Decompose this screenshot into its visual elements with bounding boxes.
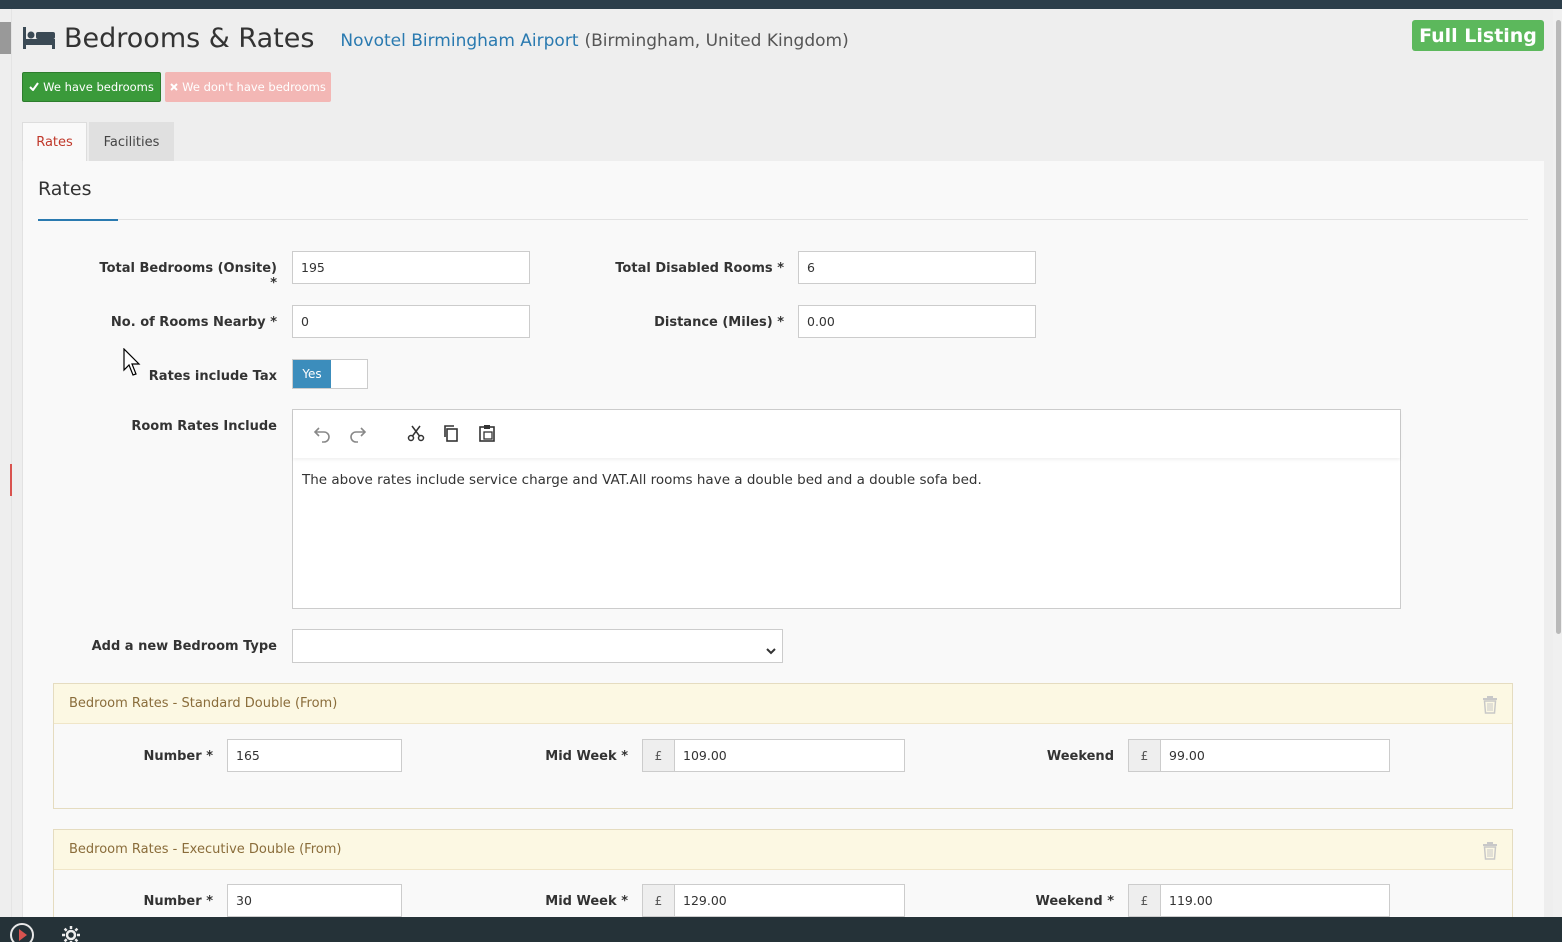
total-bedrooms-input[interactable]: 195 — [292, 251, 530, 284]
bottom-toolbar — [0, 917, 1562, 942]
undo-icon[interactable] — [311, 422, 333, 444]
card2-weekend-currency: £ — [1128, 884, 1161, 917]
card1-number-input[interactable]: 165 — [227, 739, 402, 772]
hotel-name-link[interactable]: Novotel Birmingham Airport — [340, 31, 578, 51]
bedroom-rate-card-header: Bedroom Rates - Standard Double (From) — [54, 684, 1512, 724]
we-have-bedrooms-button[interactable]: We have bedrooms — [22, 72, 161, 102]
add-bedroom-type-select[interactable] — [292, 629, 783, 663]
rates-include-tax-toggle[interactable]: Yes — [292, 359, 368, 389]
we-dont-have-bedrooms-label: We don't have bedrooms — [182, 80, 326, 94]
total-disabled-rooms-input[interactable]: 6 — [798, 251, 1036, 284]
add-bedroom-type-label: Add a new Bedroom Type — [91, 639, 277, 654]
card2-weekend-input[interactable]: 119.00 — [1160, 884, 1390, 917]
card1-weekend-currency: £ — [1128, 739, 1161, 772]
check-icon — [29, 80, 39, 94]
card1-midweek-input[interactable]: 109.00 — [674, 739, 905, 772]
section-divider — [38, 219, 1528, 220]
card1-midweek-label: Mid Week * — [545, 749, 628, 764]
editor-toolbar — [293, 410, 1400, 458]
card2-midweek-input[interactable]: 129.00 — [674, 884, 905, 917]
left-red-marker — [10, 464, 12, 496]
left-marker — [0, 22, 11, 54]
page-header: Bedrooms & Rates Novotel Birmingham Airp… — [22, 18, 849, 58]
card1-weekend-label: Weekend — [1046, 749, 1114, 764]
we-dont-have-bedrooms-button[interactable]: We don't have bedrooms — [165, 72, 331, 102]
card2-number-input[interactable]: 30 — [227, 884, 402, 917]
bedroom-rate-card-header: Bedroom Rates - Executive Double (From) — [54, 830, 1512, 870]
rooms-nearby-label: No. of Rooms Nearby * — [110, 315, 277, 330]
scrollbar-thumb[interactable] — [1556, 20, 1561, 634]
room-rates-include-label: Room Rates Include — [131, 419, 277, 434]
page-title: Bedrooms & Rates — [64, 22, 315, 54]
toggle-yes: Yes — [293, 360, 331, 388]
card2-weekend-label: Weekend * — [1035, 894, 1114, 909]
gear-icon[interactable] — [61, 925, 81, 942]
bedroom-rate-card-title: Bedroom Rates - Executive Double (From) — [69, 842, 342, 857]
play-icon[interactable] — [9, 922, 35, 942]
card2-midweek-currency: £ — [642, 884, 675, 917]
full-listing-button[interactable]: Full Listing — [1412, 20, 1544, 51]
distance-miles-label: Distance (Miles) * — [654, 315, 784, 330]
cursor-icon — [122, 347, 144, 378]
trash-icon[interactable] — [1482, 842, 1498, 860]
tab-facilities[interactable]: Facilities — [89, 122, 174, 162]
card2-midweek-label: Mid Week * — [545, 894, 628, 909]
paste-icon[interactable] — [476, 422, 498, 444]
total-bedrooms-label: Total Bedrooms (Onsite) * — [99, 261, 277, 291]
card1-midweek-currency: £ — [642, 739, 675, 772]
trash-icon[interactable] — [1482, 696, 1498, 714]
card2-number-label: Number * — [143, 894, 213, 909]
total-disabled-rooms-label: Total Disabled Rooms * — [615, 261, 784, 276]
redo-icon[interactable] — [347, 422, 369, 444]
card1-weekend-input[interactable]: 99.00 — [1160, 739, 1390, 772]
rooms-nearby-input[interactable]: 0 — [292, 305, 530, 338]
section-divider-accent — [38, 219, 118, 221]
left-rail — [11, 9, 12, 917]
room-rates-include-editor[interactable]: The above rates include service charge a… — [292, 409, 1401, 609]
bed-icon — [22, 25, 56, 51]
editor-content[interactable]: The above rates include service charge a… — [302, 472, 982, 488]
times-icon — [170, 80, 178, 94]
chevron-down-icon — [766, 641, 776, 655]
we-have-bedrooms-label: We have bedrooms — [43, 80, 154, 94]
section-title: Rates — [38, 178, 92, 200]
card1-number-label: Number * — [143, 749, 213, 764]
rates-include-tax-label: Rates include Tax — [148, 369, 277, 384]
tab-rates[interactable]: Rates — [22, 122, 87, 162]
copy-icon[interactable] — [440, 422, 462, 444]
distance-miles-input[interactable]: 0.00 — [798, 305, 1036, 338]
bedroom-rate-card-title: Bedroom Rates - Standard Double (From) — [69, 696, 338, 711]
cut-icon[interactable] — [405, 422, 427, 444]
top-bar — [0, 0, 1562, 9]
hotel-location: (Birmingham, United Kingdom) — [584, 31, 849, 51]
